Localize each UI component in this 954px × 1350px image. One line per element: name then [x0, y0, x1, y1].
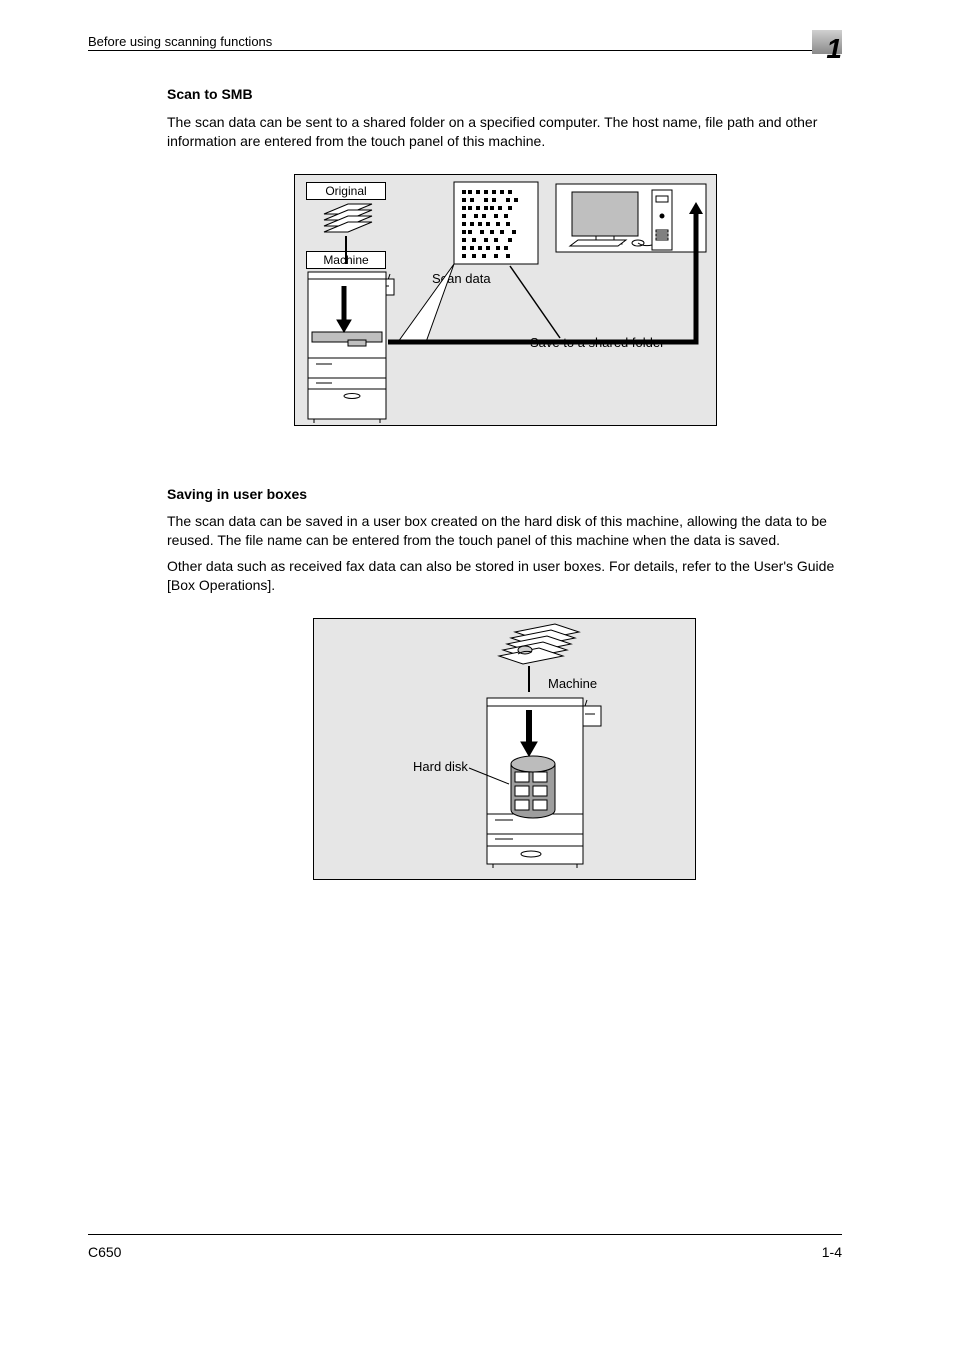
body-text-smb: The scan data can be sent to a shared fo… [167, 113, 843, 151]
section-heading-boxes: Saving in user boxes [167, 486, 307, 502]
diagram-smb: Original Machine Memory Scan data Save t… [294, 174, 717, 439]
footer-page: 1-4 [822, 1244, 842, 1260]
diagram-boxes-art [313, 618, 696, 880]
section-heading-smb: Scan to SMB [167, 86, 253, 102]
footer-model: C650 [88, 1244, 121, 1260]
diagram-smb-art [294, 174, 717, 426]
header-title: Before using scanning functions [88, 34, 272, 49]
footer-rule [88, 1234, 842, 1235]
body-text-boxes-2: Other data such as received fax data can… [167, 557, 843, 595]
diagram-boxes: Machine Hard disk [313, 618, 696, 893]
chapter-number: 1 [826, 33, 841, 65]
body-text-boxes-1: The scan data can be saved in a user box… [167, 512, 843, 550]
header-rule [88, 50, 842, 51]
